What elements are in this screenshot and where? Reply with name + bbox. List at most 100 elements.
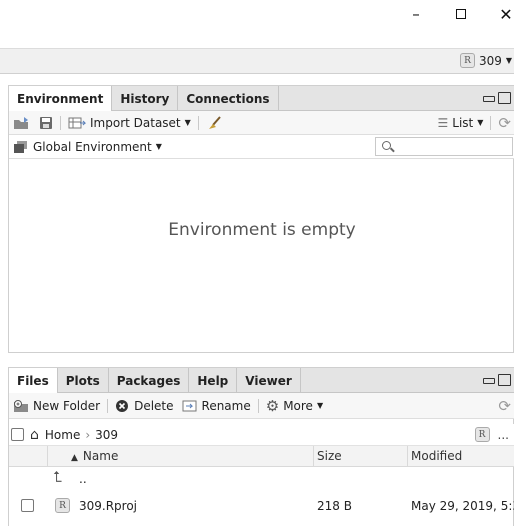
column-divider [47, 446, 48, 467]
rename-label: Rename [201, 398, 251, 413]
breadcrumb-separator: › [85, 427, 91, 442]
gear-icon: ⚙ [265, 396, 280, 415]
size-column-header[interactable]: Size [317, 449, 342, 463]
breadcrumb-folder[interactable]: 309 [95, 428, 118, 442]
name-column-label: Name [82, 449, 119, 463]
new-folder-icon [14, 399, 28, 412]
breadcrumb: ⌂ Home › 309 R ... [9, 424, 514, 446]
home-icon: ⌂ [30, 426, 39, 443]
import-dataset-label: Import Dataset [90, 115, 181, 130]
files-tab-bar: Files Plots Packages Help Viewer [9, 368, 514, 394]
stack-icon [14, 140, 27, 153]
tab-packages[interactable]: Packages [109, 368, 190, 393]
list-view-button[interactable]: ☰ List ▼ [434, 116, 488, 130]
row-checkbox[interactable] [21, 499, 34, 512]
list-icon: ☰ [437, 115, 449, 130]
tab-connections[interactable]: Connections [178, 86, 279, 111]
file-size: 218 B [317, 499, 352, 513]
refresh-environment-button[interactable]: ⟳ [494, 114, 514, 132]
list-view-label: List [452, 115, 474, 130]
delete-icon [116, 399, 129, 412]
project-toolbar: R 309 ▼ [0, 48, 514, 74]
files-toolbar: New Folder Delete Rename ⚙ More ▼ ⟳ [9, 393, 514, 419]
chevron-down-icon: ▼ [155, 142, 162, 151]
chevron-down-icon: ▼ [505, 56, 513, 65]
environment-empty-message: Environment is empty [168, 220, 356, 240]
refresh-icon: ⟳ [498, 396, 511, 415]
environment-scope-dropdown[interactable]: Global Environment ▼ [9, 140, 166, 154]
chevron-down-icon: ▼ [477, 118, 484, 127]
new-folder-button[interactable]: New Folder [9, 399, 104, 413]
environment-toolbar: Import Dataset ▼ ☰ List ▼ ⟳ [9, 111, 514, 135]
toolbar-separator [60, 115, 61, 130]
scope-label: Global Environment [33, 139, 152, 154]
parent-directory-icon: ⮤ [53, 468, 62, 486]
refresh-icon: ⟳ [498, 113, 511, 132]
column-divider [407, 446, 408, 467]
file-name[interactable]: .. [79, 472, 87, 486]
column-divider [313, 446, 314, 467]
clear-workspace-button[interactable] [202, 115, 228, 130]
delete-button[interactable]: Delete [111, 399, 177, 413]
tab-viewer[interactable]: Viewer [237, 368, 301, 393]
name-column-header[interactable]: ▲ Name [71, 449, 118, 463]
import-dataset-button[interactable]: Import Dataset ▼ [64, 116, 195, 130]
tab-history[interactable]: History [112, 86, 179, 111]
import-dataset-icon [68, 117, 86, 128]
rename-icon [182, 400, 197, 411]
chevron-down-icon: ▼ [184, 118, 191, 127]
toolbar-separator [197, 115, 199, 130]
toolbar-separator [490, 115, 492, 130]
rename-button[interactable]: Rename [178, 399, 255, 413]
tab-files[interactable]: Files [9, 368, 58, 394]
refresh-files-button[interactable]: ⟳ [494, 397, 514, 415]
go-to-project-icon[interactable]: R [474, 427, 490, 442]
close-window-button[interactable]: ✕ [486, 2, 514, 26]
maximize-window-button[interactable] [441, 2, 481, 26]
more-menu-button[interactable]: ⚙ More ▼ [262, 397, 327, 415]
toolbar-separator [107, 398, 109, 413]
r-project-icon: R [460, 53, 475, 68]
tab-help[interactable]: Help [189, 368, 238, 393]
r-project-file-icon: R [55, 498, 70, 513]
environment-scope-row: Global Environment ▼ [9, 135, 514, 159]
pane-controls [482, 374, 511, 386]
environment-pane: Environment History Connections Import D… [8, 85, 514, 353]
environment-tab-bar: Environment History Connections [9, 86, 514, 112]
broom-icon [208, 115, 221, 129]
save-icon [40, 116, 52, 129]
more-label: More [283, 398, 313, 413]
open-folder-icon [14, 116, 28, 129]
load-workspace-button[interactable] [9, 116, 35, 130]
window-titlebar: – ✕ [0, 0, 514, 28]
sort-ascending-icon: ▲ [71, 453, 78, 463]
save-workspace-button[interactable] [35, 116, 57, 130]
minimize-pane-icon[interactable] [482, 374, 496, 386]
modified-column-header[interactable]: Modified [411, 449, 462, 463]
table-row[interactable]: R 309.Rproj 218 B May 29, 2019, 5:3 [9, 493, 514, 519]
table-row[interactable]: ⮤ .. [9, 467, 514, 493]
chevron-down-icon: ▼ [316, 401, 324, 410]
files-table-header: ▲ Name Size Modified [9, 446, 514, 467]
file-modified: May 29, 2019, 5:3 [411, 499, 514, 513]
select-all-checkbox[interactable] [11, 428, 24, 441]
new-folder-label: New Folder [33, 398, 101, 413]
environment-search-input[interactable] [375, 137, 513, 156]
delete-label: Delete [134, 398, 174, 413]
minimize-pane-icon[interactable] [482, 92, 496, 104]
project-menu[interactable]: R 309 ▼ [460, 53, 512, 68]
search-icon [382, 141, 391, 150]
maximize-icon [456, 9, 466, 19]
tab-plots[interactable]: Plots [58, 368, 109, 393]
maximize-pane-icon[interactable] [498, 374, 511, 386]
pane-controls [482, 92, 511, 104]
files-pane: Files Plots Packages Help Viewer New Fol… [8, 367, 514, 526]
minimize-window-button[interactable]: – [396, 2, 436, 26]
toolbar-separator [257, 398, 259, 413]
project-name: 309 [479, 53, 502, 68]
maximize-pane-icon[interactable] [498, 92, 511, 104]
file-name[interactable]: 309.Rproj [79, 499, 137, 513]
tab-environment[interactable]: Environment [9, 86, 113, 112]
breadcrumb-home[interactable]: Home [45, 428, 80, 442]
browse-more-button[interactable]: ... [498, 428, 509, 442]
